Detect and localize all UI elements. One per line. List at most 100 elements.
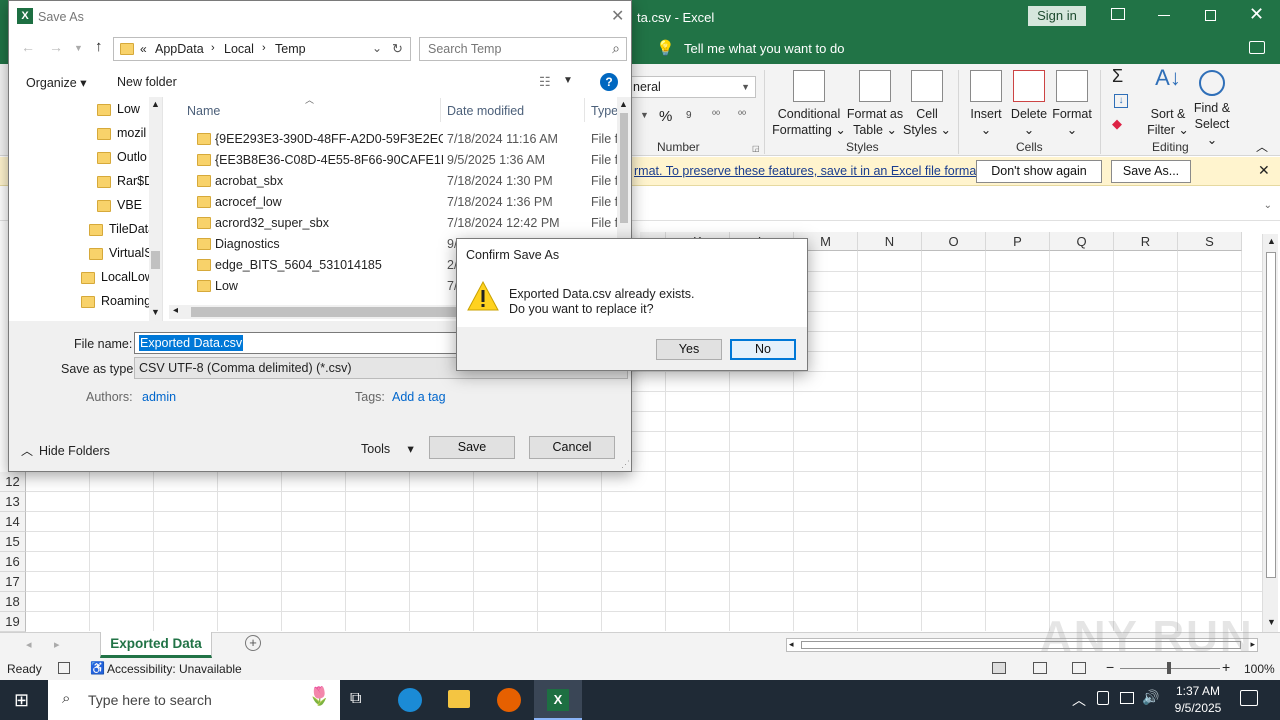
macro-icon[interactable] — [58, 662, 70, 674]
row-header[interactable]: 12 — [0, 472, 26, 492]
row-header[interactable]: 17 — [0, 572, 26, 592]
clock-date[interactable]: 9/5/2025 — [1168, 701, 1228, 715]
file-list-scroll-thumb[interactable] — [620, 113, 628, 223]
breadcrumb-temp[interactable]: Temp — [275, 42, 306, 56]
accessibility-status[interactable]: Accessibility: Unavailable — [107, 662, 242, 676]
tell-me-input[interactable]: Tell me what you want to do — [684, 41, 844, 56]
close-icon[interactable]: ✕ — [1249, 4, 1264, 25]
tools-menu[interactable]: Tools ▾ — [361, 441, 414, 456]
file-list-hscroll-thumb[interactable] — [191, 307, 459, 317]
nav-item-rar[interactable]: Rar$D — [97, 174, 153, 188]
scroll-down-icon[interactable]: ▼ — [1267, 617, 1276, 627]
edge-icon[interactable] — [398, 688, 422, 712]
breadcrumb-appdata[interactable]: AppData — [155, 42, 204, 56]
nav-item-mozilla[interactable]: mozil — [97, 126, 146, 140]
zoom-thumb[interactable] — [1167, 662, 1171, 674]
nav-item-locallow[interactable]: LocalLow — [81, 270, 154, 284]
help-icon[interactable]: ? — [600, 73, 618, 91]
view-chevron-icon[interactable]: ▼ — [563, 75, 573, 86]
scroll-up-icon[interactable]: ▲ — [151, 99, 160, 109]
insert-button[interactable]: Insert ⌄ — [964, 70, 1008, 138]
display-icon[interactable] — [1120, 692, 1134, 704]
chevron-up-icon[interactable]: ︿ — [1072, 690, 1086, 710]
sheet-tab-exported-data[interactable]: Exported Data — [100, 632, 212, 658]
autosum-icon[interactable]: Σ — [1112, 66, 1123, 87]
windows-start-icon[interactable]: ⊞ — [14, 690, 29, 711]
scroll-thumb[interactable] — [1266, 252, 1276, 578]
row-header[interactable]: 13 — [0, 492, 26, 512]
minimize-icon[interactable] — [1158, 15, 1170, 16]
row-header[interactable]: 18 — [0, 592, 26, 612]
column-header-q[interactable]: Q — [1050, 232, 1114, 251]
address-bar[interactable]: « AppData › Local › Temp ⌄ ↻ — [113, 37, 411, 61]
number-format-dropdown[interactable]: neral ▼ — [620, 76, 756, 98]
dialog-launcher-icon[interactable]: ◲ — [752, 144, 760, 153]
delete-button[interactable]: Delete ⌄ — [1008, 70, 1050, 138]
row-header[interactable]: 16 — [0, 552, 26, 572]
scroll-up-icon[interactable]: ▲ — [619, 99, 628, 109]
page-break-icon[interactable] — [1072, 662, 1086, 674]
close-message-icon[interactable]: ✕ — [1258, 162, 1270, 179]
nav-item-outlook[interactable]: Outlo — [97, 150, 147, 164]
organize-menu[interactable]: Organize ▾ — [26, 75, 86, 90]
next-sheet-icon[interactable]: ▸ — [54, 638, 60, 651]
format-button[interactable]: Format ⌄ — [1050, 70, 1094, 138]
vertical-scrollbar[interactable]: ▲ ▼ — [1262, 234, 1278, 632]
scroll-left-icon[interactable]: ◂ — [789, 639, 794, 650]
notifications-icon[interactable] — [1240, 690, 1258, 706]
nav-item-tiledata[interactable]: TileData — [89, 222, 155, 236]
breadcrumb-overflow[interactable]: « — [140, 42, 147, 56]
chevron-up-icon[interactable]: ︿ — [21, 442, 33, 459]
breadcrumb-local[interactable]: Local — [224, 42, 254, 56]
message-save-as-button[interactable]: Save As... — [1111, 160, 1191, 183]
restore-icon[interactable] — [1205, 10, 1216, 21]
add-tag-link[interactable]: Add a tag — [392, 390, 446, 404]
nav-item-low[interactable]: Low — [97, 102, 140, 116]
yes-button[interactable]: Yes — [656, 339, 722, 360]
save-as-close-icon[interactable]: ✕ — [611, 6, 624, 26]
page-layout-icon[interactable] — [1033, 662, 1047, 674]
forward-icon[interactable]: → — [49, 39, 63, 55]
collapse-ribbon-icon[interactable]: ︿ — [1256, 138, 1268, 155]
save-button[interactable]: Save — [429, 436, 515, 459]
file-row[interactable]: acrord32_super_sbx 7/18/2024 12:42 PM File… — [187, 213, 627, 234]
format-as-table-button[interactable]: Format as Table ⌄ — [846, 70, 904, 138]
accounting-dropdown-icon[interactable]: ▼ — [640, 110, 649, 120]
volume-icon[interactable]: 🔊 — [1142, 689, 1159, 706]
column-header-r[interactable]: R — [1114, 232, 1178, 251]
row-header[interactable]: 15 — [0, 532, 26, 552]
row-header[interactable]: 14 — [0, 512, 26, 532]
conditional-formatting-button[interactable]: Conditional Formatting ⌄ — [770, 70, 848, 138]
percent-icon[interactable]: % — [659, 108, 672, 125]
row-header[interactable]: 19 — [0, 612, 26, 632]
increase-decimal-icon[interactable]: ⁰⁰ — [712, 110, 720, 121]
excel-taskbar-button[interactable]: X — [534, 680, 582, 720]
column-name[interactable]: Name — [187, 104, 220, 118]
column-type[interactable]: Type — [591, 104, 618, 118]
nav-item-roaming[interactable]: Roaming — [81, 294, 151, 308]
file-row[interactable]: acrocef_low 7/18/2024 1:36 PM File f — [187, 192, 627, 213]
hide-folders-button[interactable]: Hide Folders — [39, 444, 110, 458]
address-dropdown-icon[interactable]: ⌄ — [372, 41, 382, 55]
recent-chevron-icon[interactable]: ▼ — [74, 43, 83, 53]
sign-in-button[interactable]: Sign in — [1028, 6, 1086, 26]
file-explorer-icon[interactable] — [448, 690, 470, 708]
back-icon[interactable]: ← — [21, 39, 35, 55]
nav-scrollbar[interactable]: ▲ ▼ — [149, 97, 162, 321]
nav-scroll-thumb[interactable] — [151, 251, 160, 269]
decrease-decimal-icon[interactable]: ⁰⁰ — [738, 110, 746, 121]
nav-item-vbe[interactable]: VBE — [97, 198, 142, 212]
ribbon-display-icon[interactable] — [1111, 8, 1125, 20]
cell-styles-button[interactable]: Cell Styles ⌄ — [902, 70, 952, 138]
comments-icon[interactable] — [1249, 41, 1265, 54]
firefox-icon[interactable] — [497, 688, 521, 712]
column-header-p[interactable]: P — [986, 232, 1050, 251]
column-header-s[interactable]: S — [1178, 232, 1242, 251]
taskbar-search[interactable]: ⌕ Type here to search 🌷 — [48, 680, 340, 720]
task-view-icon[interactable]: ⧉ — [350, 690, 361, 708]
file-list-hscrollbar[interactable]: ◂ — [169, 305, 459, 319]
normal-view-icon[interactable] — [992, 662, 1006, 674]
file-row[interactable]: acrobat_sbx 7/18/2024 1:30 PM File f — [187, 171, 627, 192]
resize-grip-icon[interactable]: ⋰ — [621, 459, 630, 470]
fill-icon[interactable]: ↓ — [1114, 94, 1128, 108]
